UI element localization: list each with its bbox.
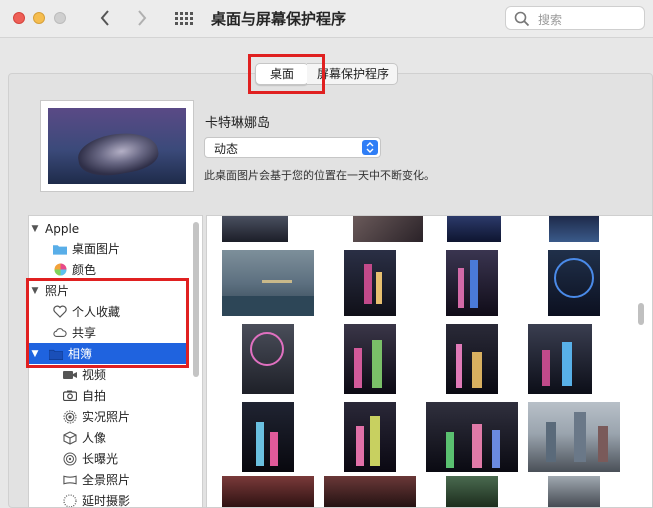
annotation-highlight-tab: [248, 54, 325, 94]
color-wheel-icon: [53, 263, 67, 277]
photo-thumbnail[interactable]: [426, 402, 518, 472]
window-title: 桌面与屏幕保护程序: [211, 10, 347, 28]
sidebar-item-colors[interactable]: 颜色: [29, 259, 189, 280]
cube-icon: [63, 430, 77, 445]
sidebar-item-live-photos[interactable]: 实况照片: [29, 406, 189, 427]
catalina-preview-image: [48, 108, 186, 184]
search-placeholder: 搜索: [538, 13, 563, 27]
chevron-left-icon: [100, 10, 109, 26]
timelapse-icon: [63, 493, 77, 507]
sidebar-item-long-exposure[interactable]: 长曝光: [29, 448, 189, 469]
forward-button[interactable]: [130, 6, 154, 30]
photo-thumbnail[interactable]: [353, 216, 423, 242]
wallpaper-name: 卡特琳娜岛: [205, 116, 271, 131]
long-exposure-icon: [63, 452, 77, 466]
photo-thumbnail[interactable]: [222, 250, 314, 316]
sidebar-item-selfies[interactable]: 自拍: [29, 385, 189, 406]
photo-thumbnail[interactable]: [222, 216, 288, 242]
photo-thumbnail[interactable]: [222, 476, 314, 507]
back-button[interactable]: [93, 6, 117, 30]
panorama-icon: [63, 473, 77, 487]
chevron-right-icon: [138, 10, 147, 26]
sidebar-item-portrait[interactable]: 人像: [29, 427, 189, 448]
photo-thumbnail[interactable]: [242, 402, 294, 472]
photo-thumbnail[interactable]: [344, 324, 396, 394]
photo-thumbnail[interactable]: [549, 216, 599, 242]
sidebar-scrollbar[interactable]: [193, 222, 199, 377]
search-field[interactable]: 搜索: [505, 6, 645, 30]
wallpaper-mode-select[interactable]: 动态: [204, 137, 381, 158]
minimize-window-button[interactable]: [33, 12, 45, 24]
sidebar-item-timelapse[interactable]: 延时摄影: [29, 490, 189, 507]
photo-thumbnail[interactable]: [446, 476, 498, 507]
photo-thumbnail[interactable]: [446, 250, 498, 316]
folder-icon: [53, 242, 67, 256]
camera-icon: [63, 389, 77, 403]
title-bar: 桌面与屏幕保护程序 搜索: [0, 0, 653, 38]
wallpaper-preview: [40, 100, 194, 192]
video-icon: [63, 368, 77, 382]
photo-thumbnail[interactable]: [344, 250, 396, 316]
chevron-updown-icon: [362, 140, 378, 155]
photo-thumbnail[interactable]: [242, 324, 294, 394]
photo-thumbnail[interactable]: [548, 250, 600, 316]
photo-thumbnail[interactable]: [324, 476, 416, 507]
wallpaper-description: 此桌面图片会基于您的位置在一天中不断变化。: [204, 169, 435, 182]
photo-thumbnail[interactable]: [344, 402, 396, 472]
live-photo-icon: [63, 410, 77, 424]
search-icon: [514, 11, 530, 27]
show-all-grid-icon[interactable]: [174, 8, 194, 28]
chevron-down-icon[interactable]: ▼: [29, 224, 41, 234]
photo-grid-scrollbar[interactable]: [638, 303, 644, 325]
photo-thumbnail[interactable]: [528, 402, 620, 472]
annotation-highlight-photos: [26, 278, 189, 368]
close-window-button[interactable]: [13, 12, 25, 24]
photo-thumbnail[interactable]: [548, 476, 600, 507]
photo-grid: [206, 215, 653, 508]
photo-thumbnail[interactable]: [528, 324, 592, 394]
zoom-window-button[interactable]: [54, 12, 66, 24]
sidebar-item-desktop-pictures[interactable]: 桌面图片: [29, 238, 189, 259]
group-apple[interactable]: ▼ Apple: [29, 218, 189, 239]
photo-thumbnail[interactable]: [446, 324, 498, 394]
photo-thumbnail[interactable]: [447, 216, 501, 242]
wallpaper-mode-value: 动态: [214, 142, 239, 156]
sidebar-item-panoramas[interactable]: 全景照片: [29, 469, 189, 490]
